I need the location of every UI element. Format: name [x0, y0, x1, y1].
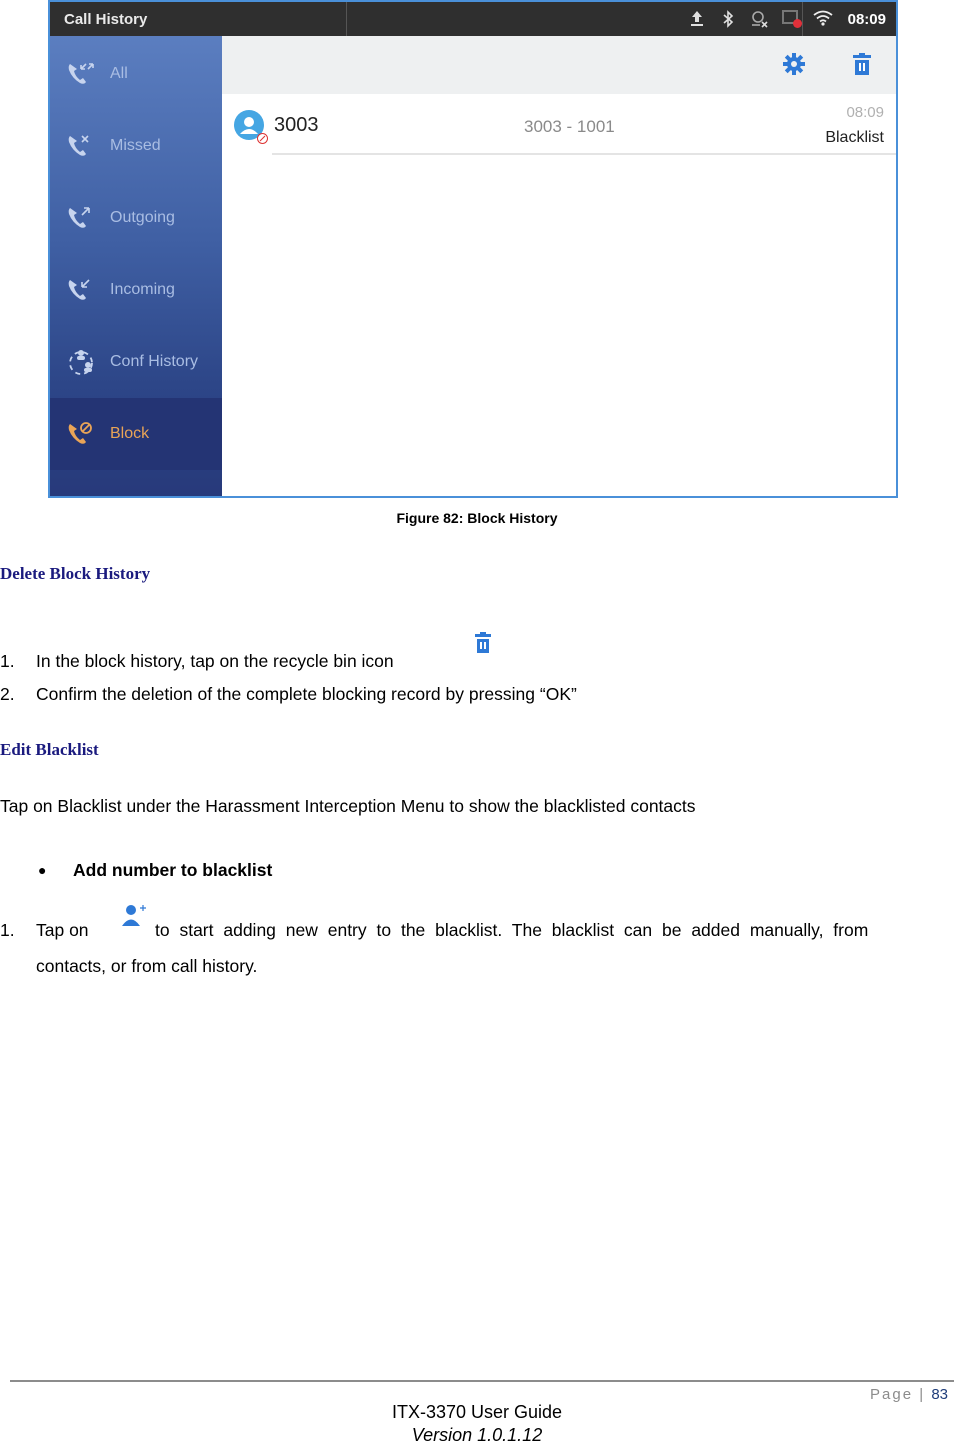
step-text: to start adding new entry to the blackli… — [155, 920, 869, 940]
toolbar — [222, 36, 896, 94]
figure-caption: Figure 82: Block History — [396, 510, 558, 526]
outgoing-call-icon — [66, 204, 96, 232]
sidebar-item-all[interactable]: All — [50, 38, 222, 110]
app-title: Call History — [64, 11, 148, 28]
sidebar-item-incoming[interactable]: Incoming — [50, 254, 222, 326]
status-time: 08:09 — [847, 10, 886, 28]
missed-call-icon — [66, 132, 96, 160]
footer-divider — [10, 1380, 954, 1382]
bullet-icon: ● — [38, 862, 47, 878]
step-text: Tap on — [36, 920, 89, 940]
record-status: Blacklist — [825, 129, 884, 146]
status-icons: 08:09 — [689, 8, 886, 30]
add-contact-icon — [120, 902, 148, 933]
bullet-label: Add number to blacklist — [73, 860, 273, 880]
block-history-panel: 3003 3003 - 1001 08:09 Blacklist — [222, 36, 896, 496]
step-number: 1. — [0, 920, 15, 940]
trash-icon[interactable] — [850, 52, 874, 76]
row-divider — [272, 153, 896, 155]
list-item[interactable]: 3003 3003 - 1001 08:09 Blacklist — [222, 102, 896, 158]
avatar — [234, 110, 268, 144]
section-heading-delete: Delete Block History — [0, 564, 151, 583]
sidebar-item-label: Block — [110, 425, 150, 442]
step-text: contacts, or from call history. — [36, 956, 258, 976]
sidebar-item-label: Conf History — [110, 353, 199, 370]
step-number: 2. — [0, 684, 15, 704]
recording-icon — [781, 10, 802, 28]
sidebar-item-label: Outgoing — [110, 209, 175, 226]
blocked-badge-icon — [257, 133, 268, 144]
bluetooth-icon — [720, 10, 736, 28]
conference-icon — [66, 348, 96, 376]
footer-version: Version 1.0.1.12 — [411, 1425, 543, 1445]
record-detail: 3003 - 1001 — [524, 117, 615, 136]
divider — [346, 2, 347, 36]
gear-icon[interactable] — [782, 52, 806, 76]
footer-title: ITX-3370 User Guide — [391, 1402, 563, 1422]
incoming-call-icon — [66, 276, 96, 304]
sidebar-item-label: Missed — [110, 137, 161, 154]
sidebar-item-missed[interactable]: Missed — [50, 110, 222, 182]
sidebar-item-label: All — [110, 65, 128, 82]
sidebar-item-outgoing[interactable]: Outgoing — [50, 182, 222, 254]
all-calls-icon — [66, 60, 96, 88]
record-time: 08:09 — [846, 104, 884, 121]
status-bar: Call History 08:09 — [50, 2, 896, 36]
paragraph: Tap on Blacklist under the Harassment In… — [0, 796, 696, 816]
record-name: 3003 — [274, 114, 319, 136]
block-history-screenshot: Call History 08:09 All Missed Outgoing I… — [48, 0, 898, 498]
missed-call-notice-icon — [751, 10, 768, 28]
trash-icon — [474, 632, 492, 659]
step-number: 1. — [0, 651, 15, 671]
step-text: In the block history, tap on the recycle… — [36, 651, 394, 671]
sidebar-item-label: Incoming — [110, 281, 175, 298]
block-call-icon — [66, 420, 96, 448]
step-text: Confirm the deletion of the complete blo… — [36, 684, 577, 704]
section-heading-edit: Edit Blacklist — [0, 740, 99, 759]
page-number: Page | 83 — [870, 1386, 948, 1403]
sidebar-item-block[interactable]: Block — [50, 398, 222, 470]
sidebar-item-conf-history[interactable]: Conf History — [50, 326, 222, 398]
upload-icon — [689, 10, 705, 28]
wifi-icon — [813, 10, 833, 28]
sidebar: All Missed Outgoing Incoming Conf Histor… — [50, 36, 222, 496]
